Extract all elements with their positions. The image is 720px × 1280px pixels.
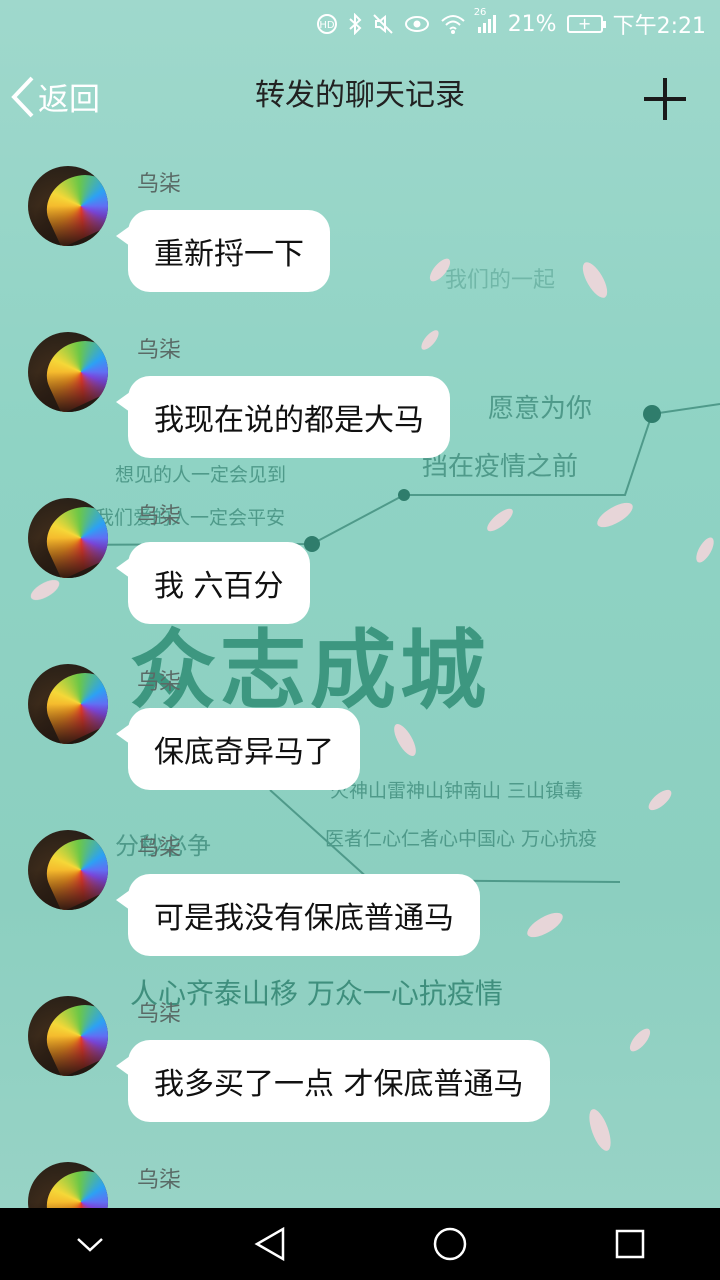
avatar[interactable] bbox=[28, 830, 108, 910]
message-bubble[interactable]: 我现在说的都是大马 bbox=[116, 376, 450, 458]
system-nav-bar bbox=[0, 1208, 720, 1280]
bluetooth-icon bbox=[348, 13, 362, 35]
hd-call-icon: HD bbox=[316, 13, 338, 35]
message-item: 乌柒 我 六百分 bbox=[0, 498, 720, 664]
sender-name: 乌柒 bbox=[137, 836, 182, 861]
message-bubble[interactable]: 我多买了一点 才保底普通马 bbox=[116, 1040, 550, 1122]
triangle-back-icon bbox=[254, 1226, 285, 1262]
page-title: 转发的聊天记录 bbox=[255, 78, 465, 113]
svg-text:HD: HD bbox=[319, 20, 335, 31]
wifi-icon bbox=[440, 13, 466, 35]
square-recents-icon bbox=[615, 1229, 645, 1259]
message-item: 乌柒 我多买了一点 才保底普通马 bbox=[0, 996, 720, 1162]
avatar[interactable] bbox=[28, 332, 108, 412]
home-nav-button[interactable] bbox=[420, 1214, 480, 1274]
avatar[interactable] bbox=[28, 664, 108, 744]
avatar[interactable] bbox=[28, 996, 108, 1076]
hide-nav-button[interactable] bbox=[60, 1214, 120, 1274]
message-item: 乌柒 保底奇异马了 bbox=[0, 664, 720, 830]
mute-icon bbox=[372, 13, 394, 35]
message-bubble[interactable]: 我 六百分 bbox=[116, 542, 310, 624]
battery-icon: + bbox=[566, 14, 606, 33]
network-type: 26 bbox=[473, 7, 487, 18]
message-item: 乌柒 可是我没有保底普通马 bbox=[0, 830, 720, 996]
message-bubble[interactable]: 保底奇异马了 bbox=[116, 708, 360, 790]
message-item: 乌柒 bbox=[0, 1162, 720, 1208]
circle-home-icon bbox=[433, 1227, 467, 1261]
chevron-down-icon bbox=[77, 1238, 103, 1252]
message-bubble[interactable]: 重新捋一下 bbox=[116, 210, 330, 292]
sender-name: 乌柒 bbox=[137, 338, 182, 363]
recents-nav-button[interactable] bbox=[600, 1214, 660, 1274]
avatar[interactable] bbox=[28, 1162, 108, 1208]
sender-name: 乌柒 bbox=[137, 670, 182, 695]
avatar[interactable] bbox=[28, 498, 108, 578]
header: 返回 转发的聊天记录 bbox=[0, 48, 720, 148]
message-item: 乌柒 重新捋一下 bbox=[0, 166, 720, 332]
avatar[interactable] bbox=[28, 166, 108, 246]
sender-name: 乌柒 bbox=[137, 172, 182, 197]
status-bar: HD 26 21% + 下午2:21 bbox=[0, 0, 720, 48]
sender-name: 乌柒 bbox=[137, 504, 182, 529]
eye-icon bbox=[404, 13, 430, 35]
sender-name: 乌柒 bbox=[137, 1168, 182, 1193]
message-item: 乌柒 我现在说的都是大马 bbox=[0, 332, 720, 498]
add-button[interactable] bbox=[644, 78, 686, 120]
battery-percent: 21% bbox=[507, 11, 557, 37]
back-nav-button[interactable] bbox=[240, 1214, 300, 1274]
sender-name: 乌柒 bbox=[137, 1002, 182, 1027]
message-bubble[interactable]: 可是我没有保底普通马 bbox=[116, 874, 480, 956]
clock: 下午2:21 bbox=[612, 14, 706, 39]
signal-icon: 26 bbox=[474, 7, 498, 35]
